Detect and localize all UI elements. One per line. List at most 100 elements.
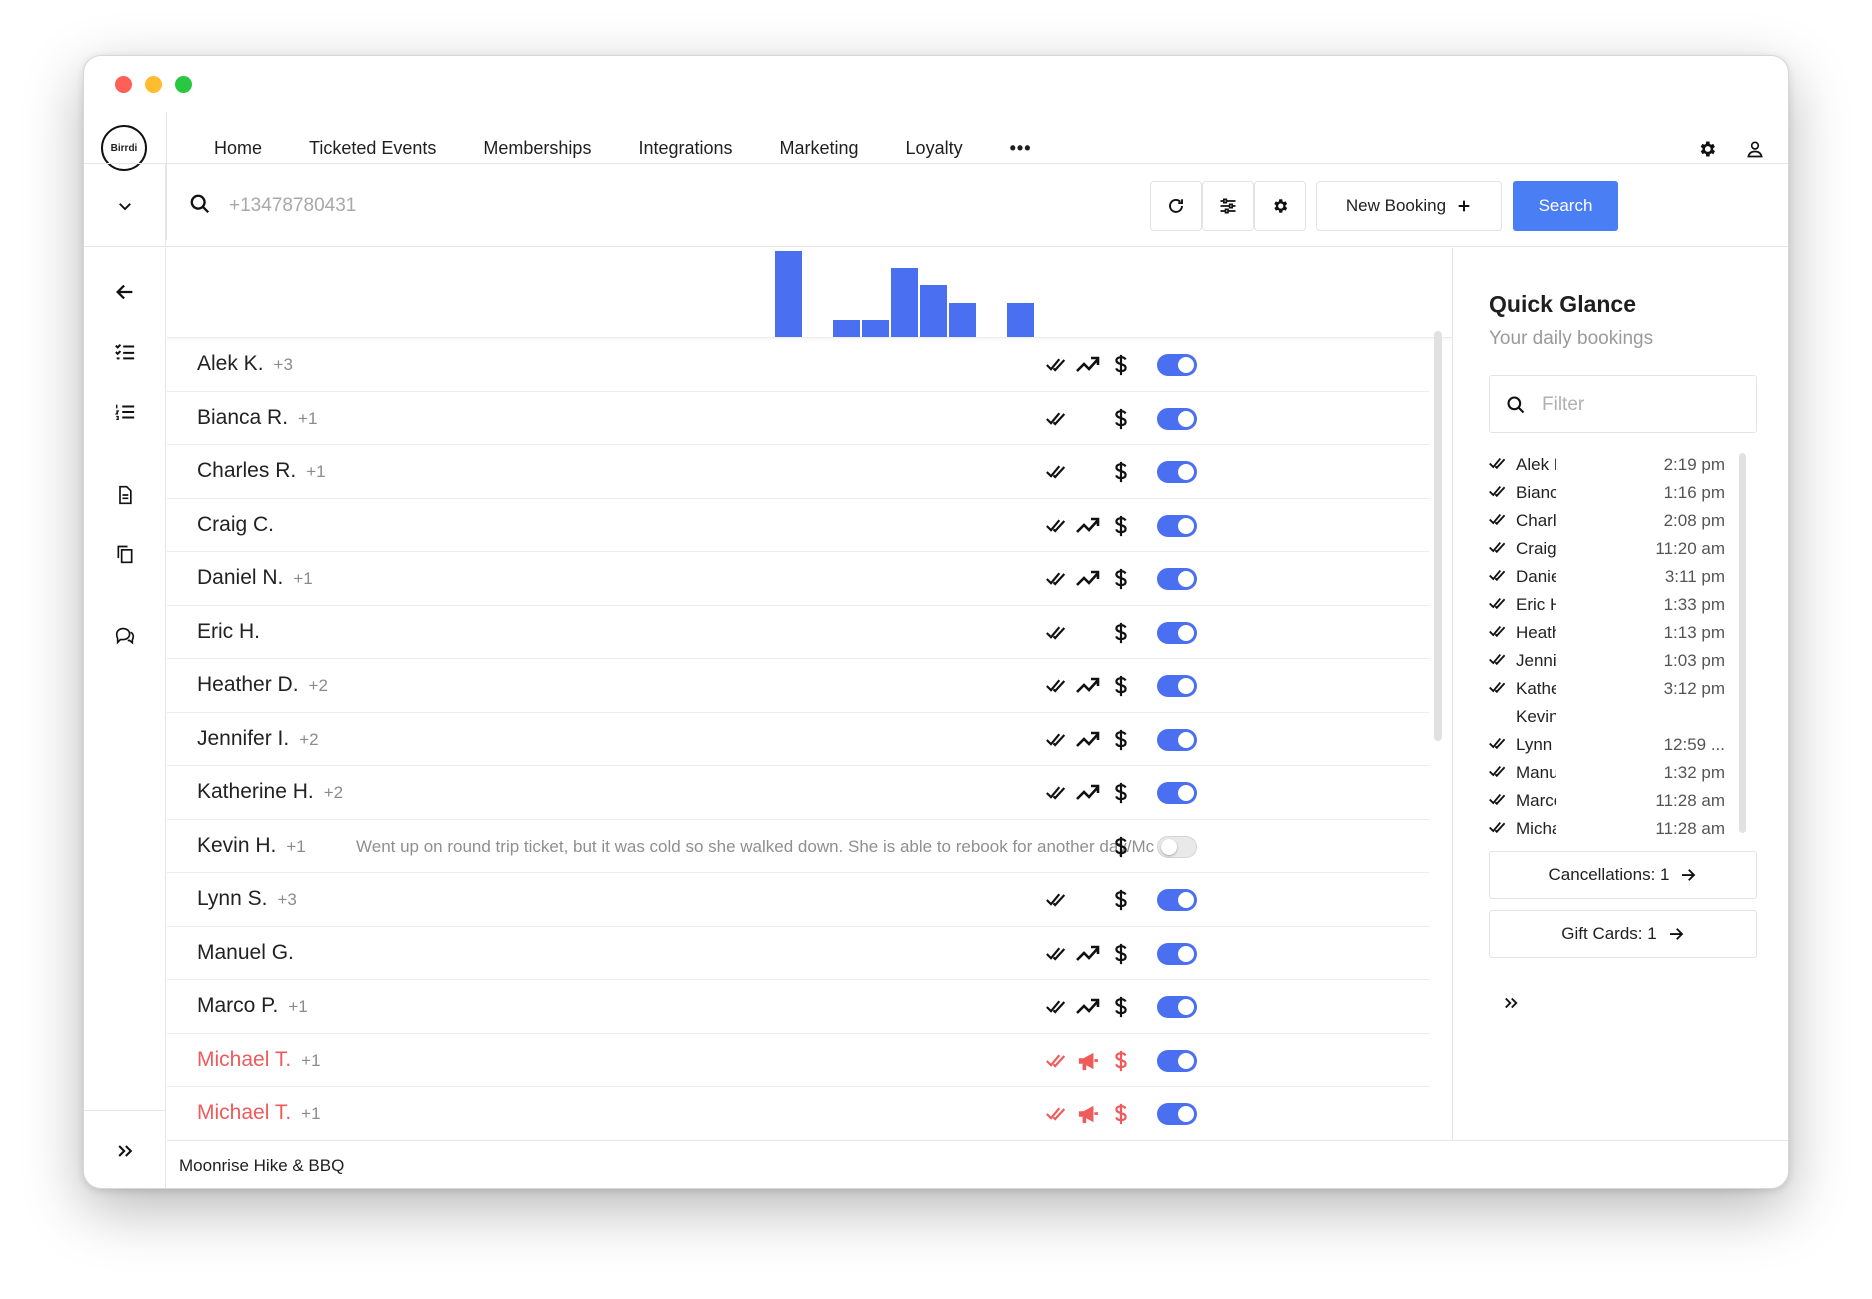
- trending-up-icon[interactable]: [1075, 513, 1101, 539]
- glance-item[interactable]: Bianca 1:16 pm: [1489, 479, 1737, 507]
- gear-icon[interactable]: [1694, 136, 1720, 162]
- glance-item[interactable]: Micha 11:28 am: [1489, 815, 1737, 834]
- dollar-icon[interactable]: [1108, 887, 1134, 913]
- dollar-icon[interactable]: [1108, 834, 1134, 860]
- dollar-icon[interactable]: [1108, 673, 1134, 699]
- nav-item-marketing[interactable]: Marketing: [780, 138, 859, 159]
- numbered-list-icon[interactable]: [111, 398, 139, 426]
- settings-button[interactable]: [1254, 181, 1306, 231]
- dollar-icon[interactable]: [1108, 727, 1134, 753]
- check-icon[interactable]: [1043, 566, 1069, 592]
- guest-name[interactable]: Jennifer I. +2: [197, 727, 319, 751]
- megaphone-icon[interactable]: [1075, 1048, 1101, 1074]
- trending-up-icon[interactable]: [1075, 566, 1101, 592]
- minimize-window-button[interactable]: [145, 76, 162, 93]
- checkin-toggle[interactable]: [1157, 461, 1197, 483]
- guest-name[interactable]: Heather D. +2: [197, 673, 328, 697]
- checkin-toggle[interactable]: [1157, 942, 1197, 965]
- glance-item[interactable]: Craig C 11:20 am: [1489, 535, 1737, 563]
- glance-item[interactable]: Lynn S 12:59 ...: [1489, 731, 1737, 759]
- new-booking-button[interactable]: New Booking: [1316, 181, 1502, 231]
- trending-up-icon[interactable]: [1075, 941, 1101, 967]
- booking-row[interactable]: Alek K. +3: [167, 338, 1429, 392]
- glance-item[interactable]: Charle 2:08 pm: [1489, 507, 1737, 535]
- check-icon[interactable]: [1043, 513, 1069, 539]
- dollar-icon[interactable]: [1108, 352, 1134, 378]
- booking-row[interactable]: Charles R. +1: [167, 445, 1429, 499]
- copy-icon[interactable]: [111, 540, 139, 568]
- dollar-icon[interactable]: [1108, 459, 1134, 485]
- check-icon[interactable]: [1043, 459, 1069, 485]
- check-icon[interactable]: [1043, 406, 1069, 432]
- maximize-window-button[interactable]: [175, 76, 192, 93]
- dollar-icon[interactable]: [1108, 1048, 1134, 1074]
- arrow-left-icon[interactable]: [111, 278, 139, 306]
- booking-row[interactable]: Lynn S. +3: [167, 873, 1429, 927]
- guest-name[interactable]: Kevin H. +1: [197, 834, 306, 858]
- booking-row[interactable]: Eric H.: [167, 606, 1429, 659]
- trending-up-icon[interactable]: [1075, 352, 1101, 378]
- checkin-toggle[interactable]: [1157, 1049, 1197, 1072]
- trending-up-icon[interactable]: [1075, 673, 1101, 699]
- nav-item-memberships[interactable]: Memberships: [483, 138, 591, 159]
- scrollbar[interactable]: [1739, 453, 1746, 833]
- booking-row[interactable]: Kevin H. +1 Went up on round trip ticket, …: [167, 820, 1429, 873]
- glance-item[interactable]: Heath 1:13 pm: [1489, 619, 1737, 647]
- check-icon[interactable]: [1043, 620, 1069, 646]
- dollar-icon[interactable]: [1108, 566, 1134, 592]
- search-input[interactable]: [229, 186, 749, 226]
- glance-item[interactable]: Alek K 2:19 pm: [1489, 451, 1737, 479]
- booking-row[interactable]: Daniel N. +1: [167, 552, 1429, 606]
- chat-icon[interactable]: [111, 621, 139, 649]
- guest-name[interactable]: Marco P. +1: [197, 994, 308, 1018]
- close-window-button[interactable]: [115, 76, 132, 93]
- booking-row[interactable]: Michael T. +1: [167, 1087, 1429, 1140]
- check-icon[interactable]: [1043, 1048, 1069, 1074]
- collapse-toggle[interactable]: [84, 164, 166, 247]
- guest-name[interactable]: Charles R. +1: [197, 459, 326, 483]
- check-icon[interactable]: [1043, 780, 1069, 806]
- guest-name[interactable]: Michael T. +1: [197, 1101, 321, 1125]
- checkin-toggle[interactable]: [1157, 568, 1197, 590]
- check-icon[interactable]: [1043, 1101, 1069, 1127]
- trending-up-icon[interactable]: [1075, 994, 1101, 1020]
- expand-sidebar-button[interactable]: [84, 1110, 166, 1188]
- filters-button[interactable]: [1202, 181, 1254, 231]
- nav-item-home[interactable]: Home: [214, 138, 262, 159]
- guest-name[interactable]: Craig C.: [197, 513, 284, 537]
- dollar-icon[interactable]: [1108, 780, 1134, 806]
- trending-up-icon[interactable]: [1075, 727, 1101, 753]
- check-icon[interactable]: [1043, 941, 1069, 967]
- glance-item[interactable]: Marco 11:28 am: [1489, 787, 1737, 815]
- check-icon[interactable]: [1043, 727, 1069, 753]
- cancellations-button[interactable]: Cancellations: 1: [1489, 851, 1757, 899]
- dollar-icon[interactable]: [1108, 513, 1134, 539]
- glance-item[interactable]: Eric H 1:33 pm: [1489, 591, 1737, 619]
- dollar-icon[interactable]: [1108, 941, 1134, 967]
- document-icon[interactable]: [111, 481, 139, 509]
- checklist-icon[interactable]: [111, 338, 139, 366]
- glance-item[interactable]: Kather 3:12 pm: [1489, 675, 1737, 703]
- nav-item-integrations[interactable]: Integrations: [638, 138, 732, 159]
- glance-item[interactable]: Kevin: [1489, 703, 1737, 731]
- booking-row[interactable]: Michael T. +1: [167, 1034, 1429, 1087]
- megaphone-icon[interactable]: [1075, 1101, 1101, 1127]
- guest-name[interactable]: Alek K. +3: [197, 352, 293, 376]
- search-button[interactable]: Search: [1513, 181, 1618, 231]
- checkin-toggle[interactable]: [1157, 514, 1197, 537]
- booking-row[interactable]: Heather D. +2: [167, 659, 1429, 713]
- glance-item[interactable]: Manue 1:32 pm: [1489, 759, 1737, 787]
- guest-name[interactable]: Lynn S. +3: [197, 887, 297, 911]
- dollar-icon[interactable]: [1108, 1101, 1134, 1127]
- check-icon[interactable]: [1043, 887, 1069, 913]
- guest-name[interactable]: Manuel G.: [197, 941, 304, 965]
- dollar-icon[interactable]: [1108, 620, 1134, 646]
- expand-panel-button[interactable]: [1502, 994, 1520, 1017]
- refresh-button[interactable]: [1150, 181, 1202, 231]
- checkin-toggle[interactable]: [1157, 1103, 1197, 1125]
- checkin-toggle[interactable]: [1157, 996, 1197, 1018]
- checkin-toggle[interactable]: [1157, 782, 1197, 804]
- filter-input[interactable]: [1542, 388, 1742, 422]
- booking-row[interactable]: Jennifer I. +2: [167, 713, 1429, 766]
- check-icon[interactable]: [1043, 994, 1069, 1020]
